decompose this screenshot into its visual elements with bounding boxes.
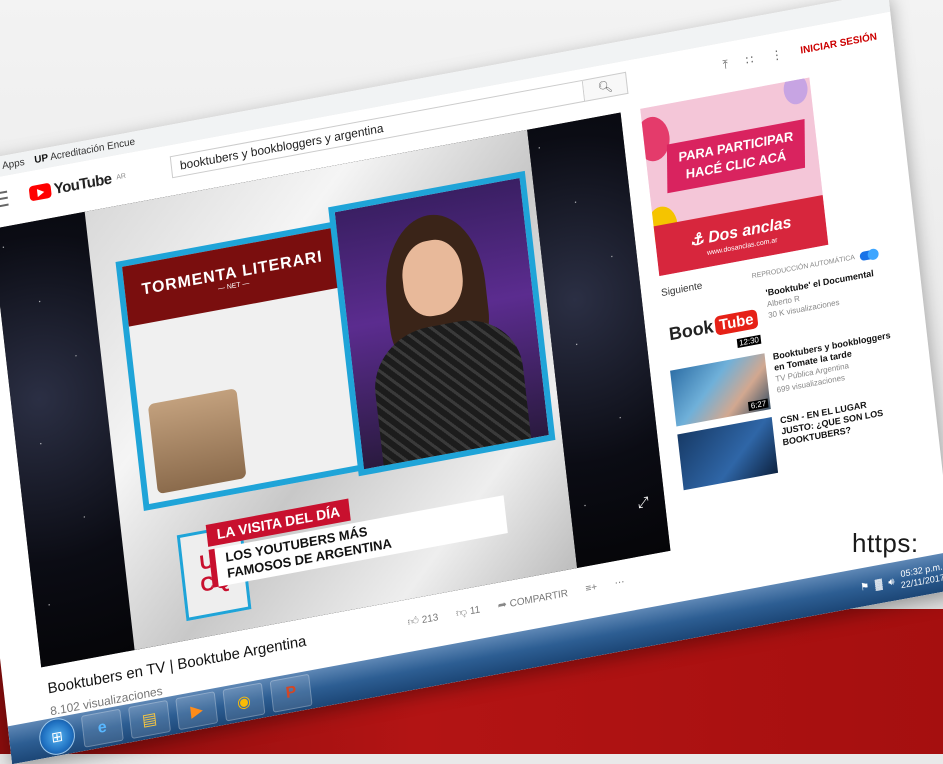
hand-image <box>147 388 247 495</box>
fullscreen-icon[interactable]: ⤢ <box>637 493 650 512</box>
hamburger-menu-icon[interactable] <box>0 190 9 208</box>
powerpoint-icon[interactable]: P <box>269 673 313 713</box>
clock[interactable]: 05:32 p.m. 22/11/2017 <box>899 561 943 591</box>
website-frame: TORMENTA LITERARI — NET — <box>115 220 371 512</box>
share-button[interactable]: ➦ COMPARTIR <box>497 586 568 613</box>
youtube-play-icon <box>28 182 52 202</box>
slide-url-text: https: <box>852 528 919 558</box>
apps-grid-icon[interactable]: ∷ <box>745 52 754 67</box>
up-logo: UP <box>33 152 49 166</box>
duration-badge: 6:27 <box>748 398 769 411</box>
thumbnail: Book Tube 12:30 <box>662 289 764 363</box>
thumbs-down-icon: 👎︎ <box>455 605 468 620</box>
youtube-logo[interactable]: YouTube AR <box>28 167 126 202</box>
upload-icon[interactable]: ⤒ <box>722 57 729 73</box>
search-icon: 🔍︎ <box>596 78 614 96</box>
ie-icon[interactable]: e <box>80 708 124 748</box>
network-icon[interactable]: ▓ <box>875 578 883 590</box>
autoplay-toggle[interactable] <box>859 249 879 262</box>
flag-icon[interactable]: ⚑ <box>860 581 870 594</box>
dislike-button[interactable]: 👎︎ 11 <box>455 602 481 619</box>
presenter-frame <box>328 170 556 477</box>
thumbs-up-icon: 👍︎ <box>406 614 420 629</box>
signin-button[interactable]: INICIAR SESIÓN <box>800 31 878 56</box>
thumbnail <box>677 417 779 491</box>
chrome-icon[interactable]: ◉ <box>222 682 266 722</box>
media-player-icon[interactable]: ▶ <box>175 691 219 731</box>
more-vert-icon[interactable]: ⋮ <box>770 47 783 63</box>
system-tray: ⚑ ▓ 🔊︎ 05:32 p.m. 22/11/2017 <box>859 561 943 598</box>
ad-banner[interactable]: PARA PARTICIPAR HACÉ CLIC ACÁ ⚓︎ Dos anc… <box>640 77 829 277</box>
volume-icon[interactable]: 🔊︎ <box>888 576 895 588</box>
folder-icon[interactable]: ▤ <box>128 699 172 740</box>
start-button[interactable]: ⊞ <box>37 715 77 758</box>
bookmark-apps[interactable]: Apps <box>0 156 26 174</box>
search-button[interactable]: 🔍︎ <box>582 71 629 102</box>
add-to-playlist-icon[interactable]: ≡+ <box>585 582 598 595</box>
more-horiz-icon[interactable]: ⋯ <box>614 577 625 590</box>
share-icon: ➦ <box>497 598 508 613</box>
anchor-icon: ⚓︎ <box>688 229 705 250</box>
thumbnail: 6:27 <box>670 353 771 427</box>
like-button[interactable]: 👍︎ 213 <box>407 610 439 629</box>
duration-badge: 12:30 <box>736 334 762 349</box>
